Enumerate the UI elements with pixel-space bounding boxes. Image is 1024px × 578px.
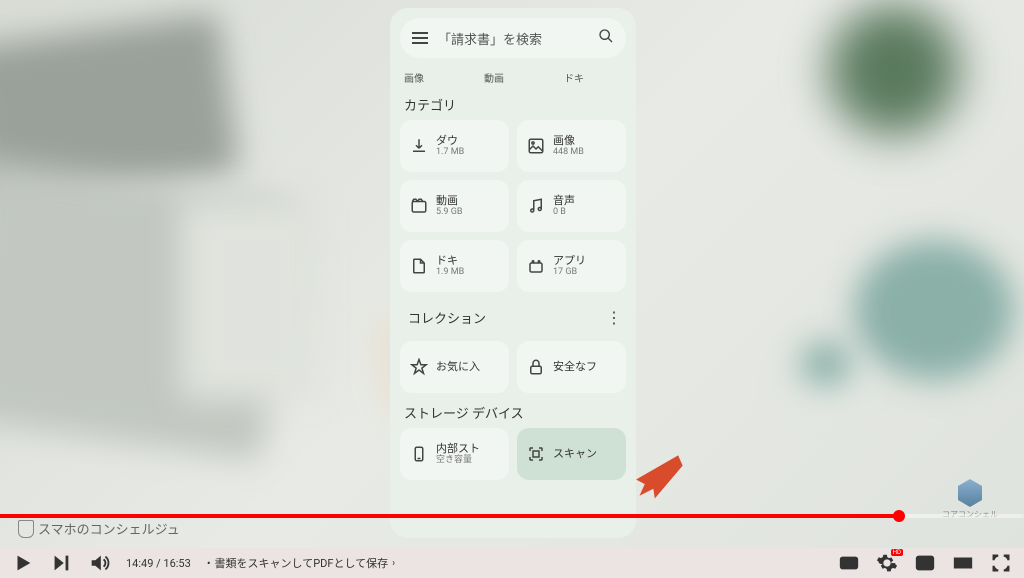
search-bar[interactable]: 「請求書」を検索 [400, 18, 626, 58]
tile-videos[interactable]: 動画5.9 GB [400, 180, 509, 232]
phone-screen: 「請求書」を検索 画像 動画 ドキ カテゴリ ダウ1.7 MB 画像448 MB… [390, 8, 636, 538]
fullscreen-button[interactable] [990, 552, 1012, 574]
video-icon [410, 197, 428, 215]
lock-icon [527, 358, 545, 376]
progress-played [0, 514, 899, 518]
more-icon[interactable]: ⋮ [606, 308, 622, 327]
tile-label: 安全なフ [553, 360, 597, 373]
tile-label: ダウ [436, 134, 464, 147]
bg-plant [804, 0, 984, 160]
search-placeholder: 「請求書」を検索 [438, 29, 588, 48]
shield-icon [18, 520, 34, 538]
tile-sub: 1.7 MB [436, 147, 464, 158]
collections-grid: お気に入 安全なフ [400, 341, 626, 393]
theater-button[interactable] [952, 552, 974, 574]
tile-label: 音声 [553, 194, 575, 207]
categories-grid: ダウ1.7 MB 画像448 MB 動画5.9 GB 音声0 B ドキ1.9 M… [400, 120, 626, 292]
progress-scrubber[interactable] [893, 510, 905, 522]
bg-notebook2 [180, 200, 320, 400]
section-categories: カテゴリ [404, 95, 622, 114]
settings-button[interactable]: HD [876, 552, 898, 574]
filter-videos[interactable]: 動画 [484, 70, 504, 85]
section-collections: コレクション [408, 308, 486, 327]
download-icon [410, 137, 428, 155]
document-icon [410, 257, 428, 275]
tile-scan[interactable]: スキャン [517, 428, 626, 480]
watermark-text: スマホのコンシェルジュ [38, 519, 180, 538]
search-icon[interactable] [598, 28, 614, 48]
volume-button[interactable] [88, 552, 110, 574]
tile-label: ドキ [436, 254, 464, 267]
tile-sub: 17 GB [553, 267, 586, 278]
tile-safe[interactable]: 安全なフ [517, 341, 626, 393]
tile-sub: 0 B [553, 207, 575, 218]
tile-label: お気に入 [436, 360, 480, 373]
tile-sub: 空き容量 [436, 455, 480, 466]
tile-label: スキャン [553, 447, 597, 460]
scan-icon [527, 445, 545, 463]
phone-icon [410, 445, 428, 463]
chevron-right-icon: › [392, 558, 395, 569]
chapter-label: 書類をスキャンしてPDFとして保存 [215, 555, 389, 571]
image-icon [527, 137, 545, 155]
tile-sub: 5.9 GB [436, 207, 462, 218]
tile-apps[interactable]: アプリ17 GB [517, 240, 626, 292]
hd-badge: HD [891, 549, 903, 556]
subtitles-button[interactable] [838, 552, 860, 574]
progress-bar[interactable] [0, 514, 1024, 518]
tile-label: 動画 [436, 194, 462, 207]
tile-label: 画像 [553, 134, 584, 147]
duration: 16:53 [163, 557, 190, 570]
player-controls: 14:49 / 16:53 • 書類をスキャンしてPDFとして保存 › HD [0, 548, 1024, 578]
bg-teacup [786, 336, 876, 406]
menu-icon[interactable] [412, 32, 428, 44]
tile-images[interactable]: 画像448 MB [517, 120, 626, 172]
filter-other[interactable]: ドキ [564, 70, 584, 85]
tile-downloads[interactable]: ダウ1.7 MB [400, 120, 509, 172]
miniplayer-button[interactable] [914, 552, 936, 574]
arrow-annotation [622, 442, 684, 504]
filter-row: 画像 動画 ドキ [404, 70, 622, 85]
tile-audio[interactable]: 音声0 B [517, 180, 626, 232]
chapter-title[interactable]: • 書類をスキャンしてPDFとして保存 › [207, 555, 395, 571]
filter-images[interactable]: 画像 [404, 70, 424, 85]
tile-sub: 1.9 MB [436, 267, 464, 278]
video-area: 「請求書」を検索 画像 動画 ドキ カテゴリ ダウ1.7 MB 画像448 MB… [0, 0, 1024, 548]
star-icon [410, 358, 428, 376]
tile-label: アプリ [553, 254, 586, 267]
next-button[interactable] [50, 552, 72, 574]
bg-teapot [854, 240, 1014, 380]
tile-favorites[interactable]: お気に入 [400, 341, 509, 393]
current-time: 14:49 [126, 557, 153, 570]
tile-sub: 448 MB [553, 147, 584, 158]
storage-grid: 内部スト空き容量 スキャン [400, 428, 626, 480]
apps-icon [527, 257, 545, 275]
audio-icon [527, 197, 545, 215]
section-storage: ストレージ デバイス [404, 403, 622, 422]
watermark: スマホのコンシェルジュ [18, 519, 180, 538]
tile-label: 内部スト [436, 442, 480, 455]
tile-internal[interactable]: 内部スト空き容量 [400, 428, 509, 480]
time-display: 14:49 / 16:53 [126, 557, 191, 570]
tile-docs[interactable]: ドキ1.9 MB [400, 240, 509, 292]
play-button[interactable] [12, 552, 34, 574]
